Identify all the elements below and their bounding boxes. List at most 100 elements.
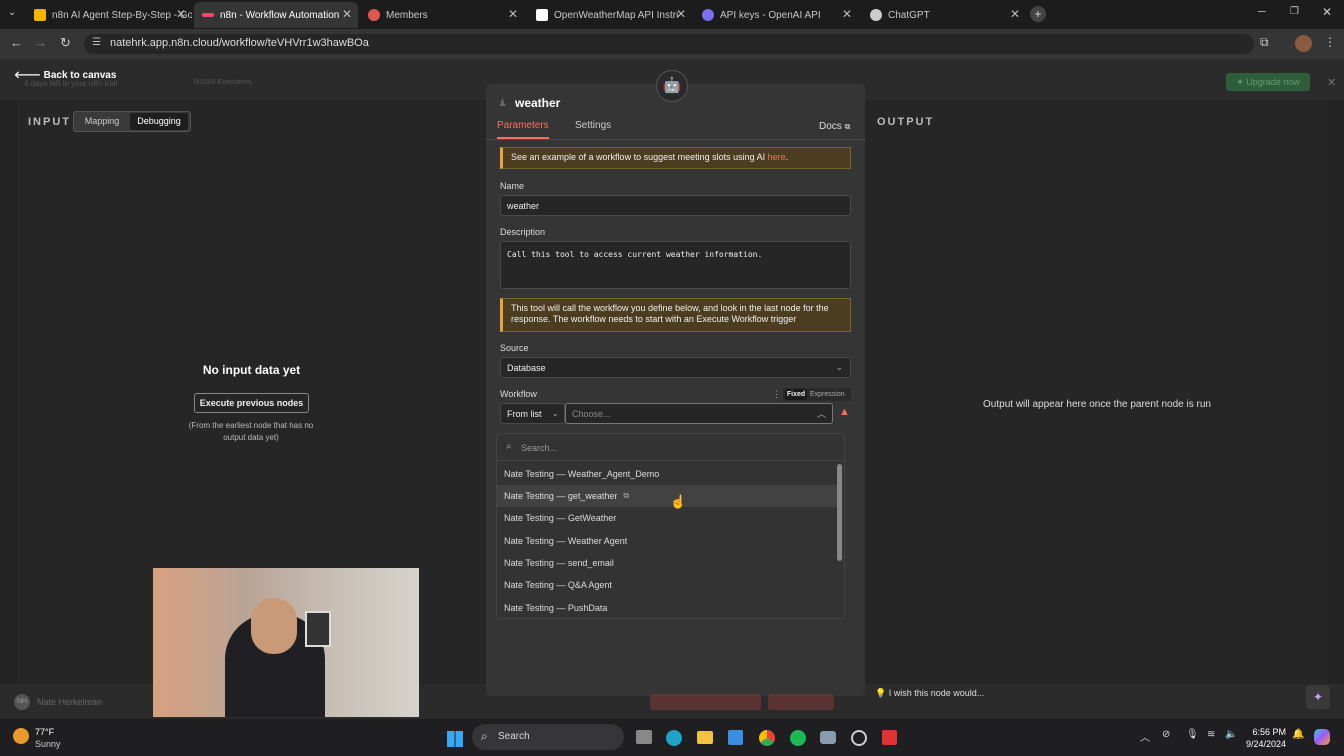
- new-tab-icon[interactable]: +: [1030, 6, 1046, 22]
- clock-time[interactable]: 6:56 PM: [1244, 727, 1286, 737]
- dropdown-scrollbar[interactable]: [837, 464, 842, 561]
- url-text: natehrk.app.n8n.cloud/workflow/teVHVrr1w…: [110, 37, 369, 49]
- site-info-icon[interactable]: ☰: [92, 37, 101, 48]
- options-icon[interactable]: ⋮: [772, 389, 781, 400]
- dropdown-option[interactable]: Nate Testing — send_email: [497, 552, 837, 574]
- tray-chevron-icon[interactable]: ︿: [1140, 729, 1150, 744]
- dropdown-option[interactable]: Nate Testing — Weather_Agent_Demo: [497, 463, 837, 485]
- close-tab-icon[interactable]: ✕: [1010, 7, 1020, 21]
- file-explorer-icon[interactable]: [697, 731, 713, 744]
- close-tab-icon[interactable]: ✕: [508, 7, 518, 21]
- notification-bell-icon[interactable]: 🔔: [1292, 729, 1304, 740]
- tab-5[interactable]: API keys - OpenAI API ✕: [694, 2, 858, 28]
- close-ndv-icon[interactable]: ✕: [1327, 76, 1336, 89]
- mode-value: From list: [507, 408, 542, 419]
- mode-select[interactable]: From list ⌄: [500, 403, 565, 424]
- microphone-icon[interactable]: 🎙: [1186, 729, 1199, 740]
- wifi-icon[interactable]: ≋: [1207, 729, 1215, 740]
- extensions-icon[interactable]: ⧉: [1260, 35, 1269, 50]
- tab-title: n8n - Workflow Automation: [220, 9, 340, 21]
- output-empty-text: Output will appear here once the parent …: [983, 399, 1211, 410]
- external-link-icon: ⧉: [844, 122, 851, 131]
- app-icon[interactable]: [851, 730, 867, 746]
- chrome-icon[interactable]: [759, 730, 775, 746]
- dropdown-search-input[interactable]: Search...: [521, 443, 821, 453]
- user-avatar[interactable]: NH: [14, 694, 30, 710]
- expression-toggle[interactable]: Expression: [810, 389, 845, 400]
- close-tab-icon[interactable]: ✕: [342, 7, 352, 21]
- dropdown-option[interactable]: Nate Testing — get_weather ⧉: [497, 485, 837, 507]
- tab-mapping[interactable]: Mapping: [75, 113, 129, 130]
- tab-2[interactable]: n8n - Workflow Automation ✕: [194, 2, 358, 28]
- tab-debugging[interactable]: Debugging: [130, 113, 188, 130]
- feedback-label: I wish this node would...: [888, 688, 985, 698]
- warning-icon: ▲: [839, 406, 850, 418]
- tab-title: ChatGPT: [888, 9, 930, 21]
- notice-end: .: [785, 152, 789, 162]
- volume-icon[interactable]: 🔈: [1225, 729, 1237, 740]
- feedback-link[interactable]: 💡 I wish this node would...: [875, 688, 984, 699]
- url-field[interactable]: ☰ natehrk.app.n8n.cloud/workflow/teVHVrr…: [84, 34, 1254, 54]
- copilot-icon[interactable]: [1314, 729, 1330, 745]
- browser-menu-icon[interactable]: ⋮: [1324, 35, 1336, 49]
- camera-icon[interactable]: [820, 731, 836, 744]
- ask-ai-button[interactable]: ✦: [1306, 685, 1330, 709]
- forward-arrow-icon[interactable]: →: [34, 35, 47, 50]
- tab-parameters[interactable]: Parameters: [497, 120, 549, 139]
- back-to-canvas-link[interactable]: 🡐 Back to canvas: [14, 69, 116, 81]
- tab-title: n8n AI Agent Step-By-Step - Go: [52, 9, 192, 21]
- spotify-icon[interactable]: [790, 730, 806, 746]
- docs-link[interactable]: Docs ⧉: [819, 121, 850, 132]
- search-icon: ⌕: [506, 441, 512, 452]
- tab-settings[interactable]: Settings: [575, 120, 611, 131]
- fixed-toggle[interactable]: Fixed: [785, 389, 807, 400]
- close-tab-icon[interactable]: ✕: [842, 7, 852, 21]
- task-view-icon[interactable]: [636, 730, 652, 744]
- dropdown-option[interactable]: Nate Testing — PushData: [497, 597, 837, 619]
- recording-app-icon[interactable]: [882, 730, 897, 745]
- close-tab-icon[interactable]: ✕: [176, 7, 186, 21]
- edge-icon[interactable]: [666, 730, 682, 746]
- notice-link[interactable]: here: [768, 152, 786, 162]
- network-off-icon[interactable]: ⊘: [1162, 729, 1170, 740]
- node-name-title[interactable]: weather: [515, 96, 560, 110]
- tab-6[interactable]: ChatGPT ✕: [862, 2, 1026, 28]
- close-tab-icon[interactable]: ✕: [676, 7, 686, 21]
- notice-text: See an example of a workflow to suggest …: [511, 152, 768, 162]
- chevron-up-icon: ︿: [816, 409, 826, 419]
- reload-icon[interactable]: ↻: [60, 35, 71, 51]
- workflow-select[interactable]: Choose... ︿: [565, 403, 833, 424]
- source-select[interactable]: Database ⌄: [500, 357, 851, 378]
- hidden-button-2: [768, 694, 834, 710]
- no-input-title: No input data yet: [202, 363, 301, 377]
- openai-favicon-icon: [702, 9, 714, 21]
- weather-desc: Sunny: [35, 739, 61, 749]
- name-label: Name: [500, 181, 525, 191]
- close-window-icon[interactable]: ✕: [1322, 5, 1332, 19]
- tab-1[interactable]: n8n AI Agent Step-By-Step - Go ✕: [26, 2, 192, 28]
- tab-4[interactable]: OpenWeatherMap API Instructio ✕: [528, 2, 692, 28]
- tab-3[interactable]: Members ✕: [360, 2, 524, 28]
- execute-previous-button[interactable]: Execute previous nodes: [194, 393, 309, 413]
- clock-date[interactable]: 9/24/2024: [1240, 739, 1286, 749]
- dropdown-option[interactable]: Nate Testing — GetWeather: [497, 507, 837, 529]
- minimize-icon[interactable]: ─: [1258, 6, 1266, 18]
- external-link-icon[interactable]: ⧉: [623, 491, 629, 501]
- back-arrow-icon[interactable]: ←: [10, 35, 23, 50]
- dropdown-option[interactable]: Nate Testing — Weather Agent: [497, 530, 837, 552]
- option-label: Nate Testing — send_email: [504, 558, 614, 568]
- webcam-face: [251, 598, 297, 654]
- dropdown-option[interactable]: Nate Testing — Q&A Agent: [497, 574, 837, 596]
- store-icon[interactable]: [728, 730, 743, 745]
- chevron-down-icon: ⌄: [835, 362, 843, 372]
- restore-icon[interactable]: ❐: [1290, 6, 1299, 17]
- windows-start-icon[interactable]: [447, 731, 463, 747]
- lightbulb-icon: 💡: [875, 688, 889, 698]
- example-notice: See an example of a workflow to suggest …: [500, 147, 851, 169]
- description-input[interactable]: Call this tool to access current weather…: [500, 241, 851, 289]
- taskbar-search[interactable]: ⌕ Search: [472, 724, 624, 750]
- tab-list-chevron-icon[interactable]: ⌄: [8, 7, 16, 18]
- profile-avatar[interactable]: [1295, 35, 1312, 52]
- upgrade-button[interactable]: ✦ Upgrade now: [1226, 73, 1310, 91]
- name-input[interactable]: weather: [500, 195, 851, 216]
